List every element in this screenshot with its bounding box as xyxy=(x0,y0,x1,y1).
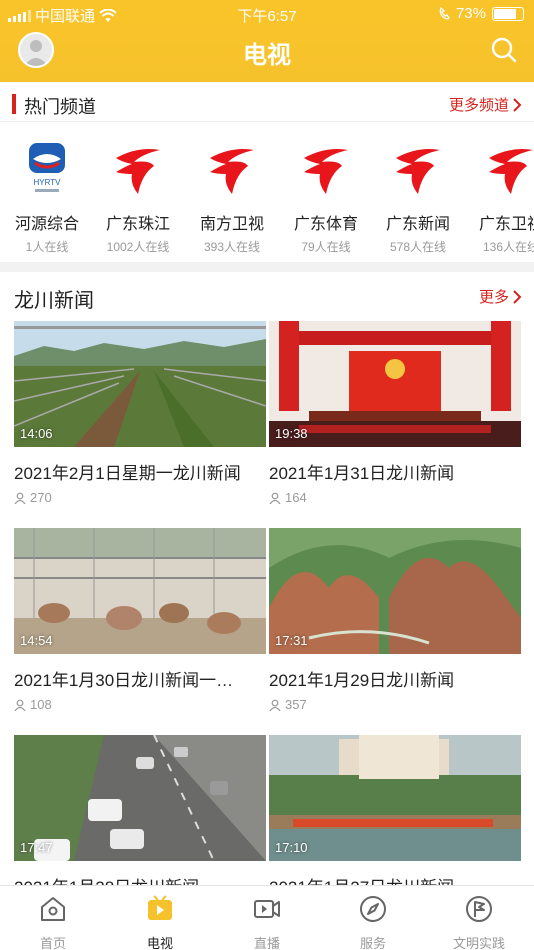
search-icon[interactable] xyxy=(490,36,518,64)
tab-home[interactable]: 首页 xyxy=(0,894,106,950)
tab-label: 电视 xyxy=(146,936,173,950)
channel-online-count: 136人在线 xyxy=(482,240,534,254)
guangdong-tv-logo xyxy=(386,138,450,202)
hot-channels-header: 热门频道 更多频道 xyxy=(0,82,534,122)
home-icon xyxy=(41,897,65,921)
tab-label: 服务 xyxy=(359,936,386,950)
user-icon xyxy=(269,492,281,504)
tab-label: 直播 xyxy=(253,936,280,950)
user-icon xyxy=(269,699,281,711)
video-thumbnail[interactable]: 17:47 xyxy=(14,735,266,861)
channel-online-count: 1人在线 xyxy=(25,240,69,254)
channel-name: 河源综合 xyxy=(14,216,79,233)
channel-item[interactable]: 广东新闻 578人在线 xyxy=(371,130,465,255)
compass-icon xyxy=(360,896,386,922)
video-duration: 19:38 xyxy=(275,426,308,441)
channel-name: 广东卫视 xyxy=(478,216,534,233)
video-duration: 17:47 xyxy=(20,840,53,855)
channel-list: HYRTV 河源综合 1人在线 广东珠江 1002人在线 南方卫视 393人在线 xyxy=(0,130,534,260)
video-views: 164 xyxy=(269,490,521,505)
battery-percent: 73% xyxy=(455,5,486,22)
video-card[interactable]: 17:31 2021年1月29日龙川新闻 357 xyxy=(269,528,521,712)
video-duration: 17:10 xyxy=(275,840,308,855)
channel-online-count: 79人在线 xyxy=(301,240,351,254)
video-card[interactable]: 19:38 2021年1月31日龙川新闻 164 xyxy=(269,321,521,505)
chevron-right-icon xyxy=(513,97,522,112)
channel-name: 南方卫视 xyxy=(199,216,264,233)
video-title: 2021年1月31日龙川新闻 xyxy=(269,464,455,483)
chevron-right-icon xyxy=(513,289,522,304)
channel-item[interactable]: 广东体育 79人在线 xyxy=(279,130,373,255)
tab-label: 首页 xyxy=(39,936,66,950)
guangdong-tv-logo xyxy=(200,138,264,202)
more-channels-label: 更多频道 xyxy=(448,97,509,114)
bottom-tab-bar: 首页 电视 直播 服务 文明实践 xyxy=(0,885,534,950)
video-title: 2021年1月30日龙川新闻一… xyxy=(14,671,234,690)
flag-circle-icon xyxy=(466,896,492,922)
video-view-count: 108 xyxy=(30,697,52,712)
more-channels-link[interactable]: 更多频道 xyxy=(449,94,522,115)
video-thumbnail[interactable]: 17:31 xyxy=(269,528,521,654)
channel-online-count: 578人在线 xyxy=(389,240,447,254)
channel-online-count: 1002人在线 xyxy=(106,240,170,254)
tab-tv[interactable]: 电视 xyxy=(107,894,213,950)
video-thumbnail[interactable]: 19:38 xyxy=(269,321,521,447)
tv-icon xyxy=(148,895,172,920)
alarm-icon xyxy=(439,6,450,19)
news-section: 龙川新闻 更多 14:06 2021年2月1日星期一龙川新闻 270 19:38… xyxy=(0,272,534,897)
app-header: 中国联通 下午6:57 73% 电视 xyxy=(0,0,534,82)
channel-name: 广东珠江 xyxy=(105,216,170,233)
video-title: 2021年2月1日星期一龙川新闻 xyxy=(14,464,241,483)
live-video-icon xyxy=(254,900,280,918)
channel-item[interactable]: 广东珠江 1002人在线 xyxy=(91,130,185,255)
user-icon xyxy=(14,699,26,711)
video-card[interactable]: 17:47 2021年1月28日龙川新闻 xyxy=(14,735,266,898)
channel-item[interactable]: 南方卫视 393人在线 xyxy=(185,130,279,255)
tab-service[interactable]: 服务 xyxy=(320,894,426,950)
video-thumbnail[interactable]: 17:10 xyxy=(269,735,521,861)
video-view-count: 164 xyxy=(285,490,307,505)
video-thumbnail[interactable]: 14:54 xyxy=(14,528,266,654)
video-thumbnail[interactable]: 14:06 xyxy=(14,321,266,447)
video-views: 108 xyxy=(14,697,266,712)
svg-text:HYRTV: HYRTV xyxy=(34,178,62,187)
hot-channels-section: 热门频道 更多频道 HYRTV 河源综合 1人在线 广东珠江 1002人在线 南… xyxy=(0,82,534,262)
page-title: 电视 xyxy=(243,42,291,69)
guangdong-tv-logo xyxy=(106,138,170,202)
tab-civilization-practice[interactable]: 文明实践 xyxy=(426,894,532,950)
video-view-count: 357 xyxy=(285,697,307,712)
channel-online-count: 393人在线 xyxy=(203,240,261,254)
video-views: 270 xyxy=(14,490,266,505)
more-news-label: 更多 xyxy=(478,289,509,306)
guangdong-tv-logo xyxy=(294,138,358,202)
battery-icon xyxy=(492,6,524,21)
video-title: 2021年1月29日龙川新闻 xyxy=(269,671,455,690)
status-bar: 中国联通 下午6:57 73% xyxy=(0,0,534,28)
video-card[interactable]: 17:10 2021年1月27日龙川新闻 xyxy=(269,735,521,898)
channel-item[interactable]: HYRTV 河源综合 1人在线 xyxy=(0,130,94,255)
channel-name: 广东体育 xyxy=(293,216,358,233)
more-news-link[interactable]: 更多 xyxy=(479,286,522,307)
channel-item[interactable]: 广东卫视 136人在线 xyxy=(464,130,534,255)
tab-label: 文明实践 xyxy=(452,936,505,950)
hot-channels-title: 热门频道 xyxy=(24,97,96,117)
hyrtv-logo: HYRTV xyxy=(15,138,79,202)
video-card[interactable]: 14:06 2021年2月1日星期一龙川新闻 270 xyxy=(14,321,266,505)
video-duration: 14:54 xyxy=(20,633,53,648)
video-duration: 17:31 xyxy=(275,633,308,648)
news-section-title: 龙川新闻 xyxy=(14,290,94,312)
video-card[interactable]: 14:54 2021年1月30日龙川新闻一… 108 xyxy=(14,528,266,712)
section-marker xyxy=(12,94,16,114)
channel-name: 广东新闻 xyxy=(385,216,450,233)
user-icon xyxy=(14,492,26,504)
video-view-count: 270 xyxy=(30,490,52,505)
video-views: 357 xyxy=(269,697,521,712)
tab-live[interactable]: 直播 xyxy=(214,894,320,950)
guangdong-tv-logo xyxy=(479,138,534,202)
video-duration: 14:06 xyxy=(20,426,53,441)
